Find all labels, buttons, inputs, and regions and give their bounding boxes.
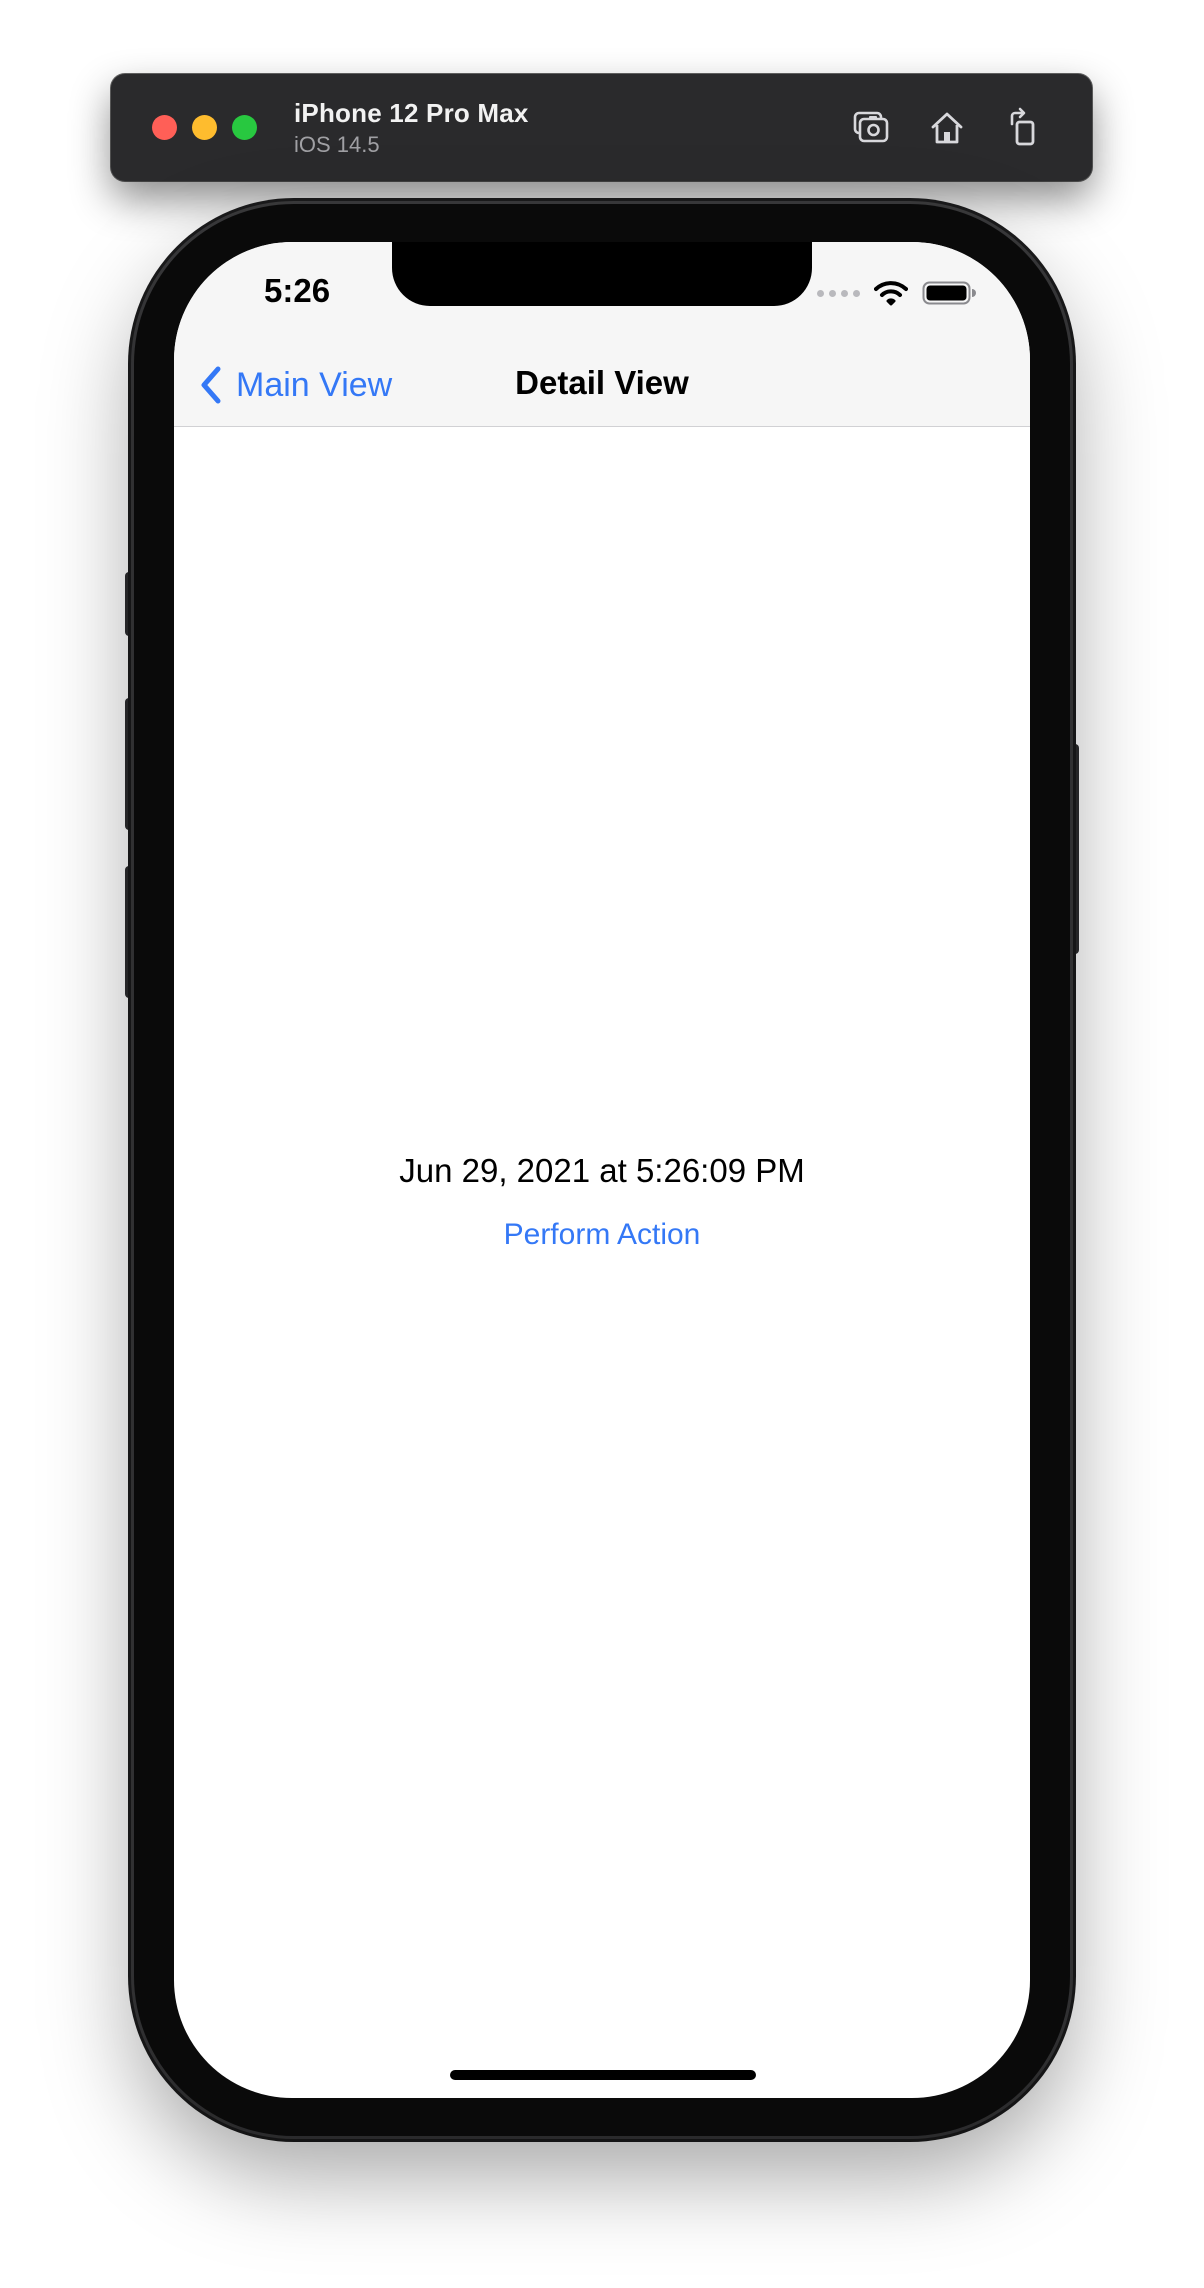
screenshot-button[interactable] — [846, 104, 894, 152]
home-indicator[interactable] — [450, 2070, 756, 2080]
home-button[interactable] — [923, 104, 971, 152]
page-title: Detail View — [515, 364, 689, 401]
battery-icon — [922, 280, 976, 306]
window-minimize-button[interactable] — [192, 115, 217, 140]
device-screen: 5:26 Main View Detail View Jun 29, 2021 … — [174, 242, 1030, 2098]
home-icon — [931, 112, 963, 144]
wifi-icon — [874, 280, 908, 306]
navigation-bar: 5:26 Main View Detail View — [174, 242, 1030, 427]
window-close-button[interactable] — [152, 115, 177, 140]
cellular-signal-icon — [817, 289, 860, 297]
device-name: iPhone 12 Pro Max — [294, 98, 529, 128]
os-version: iOS 14.5 — [294, 132, 380, 157]
status-time: 5:26 — [264, 272, 331, 309]
timestamp-text: Jun 29, 2021 at 5:26:09 PM — [399, 1152, 805, 1189]
notch — [392, 242, 812, 306]
simulator-title-bar: iPhone 12 Pro Max iOS 14.5 — [111, 74, 1092, 181]
window-zoom-button[interactable] — [232, 115, 257, 140]
perform-action-container: Perform Action — [174, 1218, 1030, 1252]
side-button — [1069, 744, 1079, 954]
perform-action-button[interactable]: Perform Action — [504, 1218, 701, 1251]
rotate-button[interactable] — [1001, 104, 1049, 152]
camera-icon — [853, 111, 889, 143]
rotate-icon — [1010, 107, 1035, 146]
status-indicators — [817, 278, 976, 308]
